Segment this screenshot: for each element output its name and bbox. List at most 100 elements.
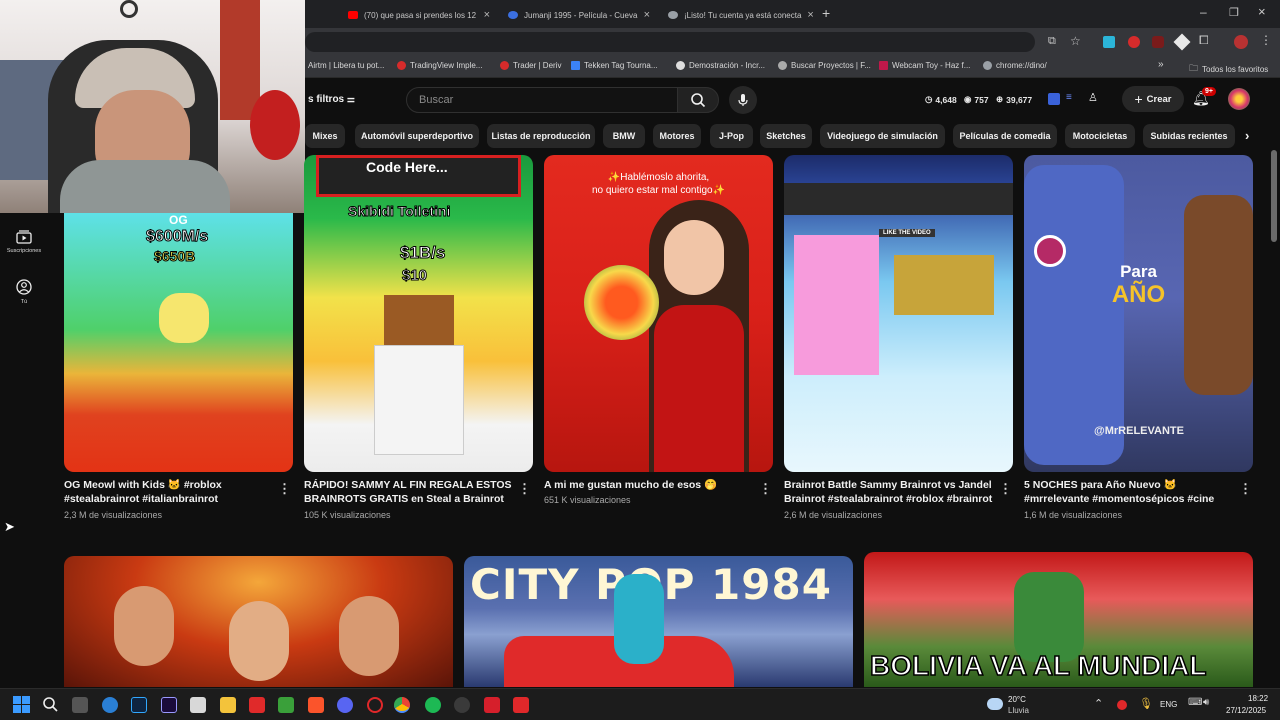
- close-icon[interactable]: ×: [644, 9, 650, 21]
- opera-icon[interactable]: [367, 697, 383, 713]
- chip-jpop[interactable]: J-Pop: [710, 124, 753, 148]
- kebab-menu-icon[interactable]: ⋮: [1260, 33, 1272, 47]
- spotify-icon[interactable]: [425, 697, 441, 713]
- chip-mixes[interactable]: Mixes: [305, 124, 345, 148]
- store-icon[interactable]: [190, 697, 206, 713]
- short-thumbnail[interactable]: ✨Hablémoslo ahorita, no quiero estar mal…: [544, 155, 773, 472]
- puzzle-icon[interactable]: ⧠: [1199, 33, 1209, 48]
- weather-icon[interactable]: [987, 698, 1003, 710]
- windows-start-icon[interactable]: [13, 696, 30, 713]
- maximize-button[interactable]: ❐: [1229, 6, 1239, 19]
- chip-motores[interactable]: Motores: [653, 124, 701, 148]
- sidebar-item-subscriptions[interactable]: Suscripciones: [0, 230, 48, 254]
- short-title[interactable]: 5 NOCHES para Año Nuevo 🐱 #mrrelevante #…: [1024, 478, 1234, 506]
- short-thumbnail[interactable]: LIKE THE VIDEO: [784, 155, 1013, 472]
- chip-simulation[interactable]: Videojuego de simulación: [820, 124, 945, 148]
- more-options-icon[interactable]: ⋮: [278, 481, 291, 497]
- app-icon[interactable]: [513, 697, 529, 713]
- extension-icon[interactable]: [1152, 36, 1164, 48]
- short-thumbnail[interactable]: Para AÑO @MrRELEVANTE: [1024, 155, 1253, 472]
- steam-icon[interactable]: [454, 697, 470, 713]
- bookmark-item[interactable]: Tekken Tag Tourna...: [571, 61, 658, 70]
- chip-motorcycles[interactable]: Motocicletas: [1065, 124, 1135, 148]
- bookmark-item[interactable]: Buscar Proyectos | F...: [778, 61, 871, 70]
- avatar[interactable]: [1228, 88, 1250, 110]
- task-view-icon[interactable]: [72, 697, 88, 713]
- photoshop-icon[interactable]: [131, 697, 147, 713]
- chevron-right-icon[interactable]: ›: [1245, 128, 1249, 143]
- list-icon[interactable]: ≡: [1066, 92, 1072, 103]
- more-options-icon[interactable]: ⋮: [1239, 481, 1252, 497]
- browser-tab-2[interactable]: Jumanji 1995 - Película - Cueva ×: [500, 4, 658, 26]
- volume-icon[interactable]: 🔊︎: [1203, 697, 1209, 708]
- extension-icon[interactable]: [1128, 36, 1140, 48]
- chevron-up-icon[interactable]: ⌃: [1094, 697, 1103, 710]
- deriv-icon[interactable]: [249, 697, 265, 713]
- browser-tab-1[interactable]: (70) que pasa si prendes los 12 ×: [340, 4, 498, 26]
- chip-comedy[interactable]: Películas de comedia: [953, 124, 1057, 148]
- video-thumbnail[interactable]: [64, 556, 453, 687]
- mouse-cursor: ➤: [4, 519, 15, 534]
- bookmarks-overflow[interactable]: »: [1158, 59, 1164, 70]
- more-options-icon[interactable]: ⋮: [759, 481, 772, 497]
- more-options-icon[interactable]: ⋮: [518, 481, 531, 497]
- language-indicator[interactable]: ENG: [1160, 700, 1177, 709]
- filters-label[interactable]: s filtros ⚌: [308, 94, 355, 105]
- close-icon[interactable]: ×: [807, 9, 813, 21]
- install-icon[interactable]: ⧉: [1048, 35, 1056, 48]
- search-button[interactable]: [677, 87, 719, 113]
- close-window-button[interactable]: ×: [1258, 4, 1266, 19]
- chip-playlists[interactable]: Listas de reproducción: [487, 124, 595, 148]
- tray-icon[interactable]: [1117, 700, 1127, 710]
- address-bar[interactable]: [305, 32, 1035, 52]
- network-icon[interactable]: ⌨: [1188, 697, 1202, 708]
- clock-time[interactable]: 18:22: [1248, 694, 1268, 703]
- profile-avatar[interactable]: [1234, 35, 1248, 49]
- bookmark-item[interactable]: chrome://dino/: [983, 61, 1047, 70]
- extension-icon[interactable]: [1173, 33, 1191, 51]
- chip-recent[interactable]: Subidas recientes: [1143, 124, 1235, 148]
- voice-search-button[interactable]: [729, 86, 757, 114]
- premiere-icon[interactable]: [161, 697, 177, 713]
- chrome-icon[interactable]: [394, 697, 410, 713]
- xbox-icon[interactable]: [278, 697, 294, 713]
- close-icon[interactable]: ×: [484, 9, 490, 21]
- short-thumbnail[interactable]: OG $600M/s $650B: [64, 213, 293, 472]
- chip-supercar[interactable]: Automóvil superdeportivo: [355, 124, 479, 148]
- video-thumbnail[interactable]: CITY POP 1984: [464, 556, 853, 687]
- short-title[interactable]: RÁPIDO! SAMMY AL FIN REGALA ESTOS BRAINR…: [304, 478, 514, 506]
- star-icon[interactable]: ☆: [1070, 34, 1081, 48]
- short-title[interactable]: Brainrot Battle Sammy Brainrot vs Jandel…: [784, 478, 994, 506]
- microphone-icon[interactable]: 🎙︎: [1139, 697, 1153, 710]
- extension-icon[interactable]: [1048, 93, 1060, 105]
- create-button[interactable]: + Crear: [1122, 86, 1184, 112]
- short-title[interactable]: A mi me gustan mucho de esos 🤭: [544, 478, 754, 492]
- trophy-icon[interactable]: ♙: [1088, 91, 1098, 104]
- short-thumbnail[interactable]: Code Here... Skibidi Toiletini $1B/s $10: [304, 155, 533, 472]
- bookmark-item[interactable]: Airtm | Libera tu pot...: [308, 61, 384, 70]
- chip-bmw[interactable]: BMW: [603, 124, 645, 148]
- video-thumbnail[interactable]: BOLIVIA VA AL MUNDIAL: [864, 552, 1253, 687]
- search-icon[interactable]: [42, 696, 59, 713]
- chip-sketches[interactable]: Sketches: [760, 124, 812, 148]
- app-icon[interactable]: [484, 697, 500, 713]
- bookmark-item[interactable]: Trader | Deriv: [500, 61, 561, 70]
- edge-icon[interactable]: [102, 697, 118, 713]
- search-input[interactable]: Buscar: [406, 87, 678, 113]
- folder-icon[interactable]: [220, 697, 236, 713]
- all-favorites[interactable]: 🗀 Todos los favoritos: [1189, 61, 1268, 77]
- clock-date[interactable]: 27/12/2025: [1226, 706, 1266, 715]
- extension-icon[interactable]: [1103, 36, 1115, 48]
- more-options-icon[interactable]: ⋮: [999, 481, 1012, 497]
- short-title[interactable]: OG Meowl with Kids 🐱 #roblox #stealabrai…: [64, 478, 274, 506]
- bookmark-item[interactable]: Demostración - Incr...: [676, 61, 765, 70]
- scrollbar-thumb[interactable]: [1271, 150, 1277, 242]
- sidebar-item-you[interactable]: Tú: [0, 279, 48, 305]
- brave-icon[interactable]: [308, 697, 324, 713]
- bookmark-item[interactable]: Webcam Toy - Haz f...: [879, 61, 970, 70]
- new-tab-button[interactable]: +: [822, 5, 830, 21]
- browser-tab-3[interactable]: ¡Listo! Tu cuenta ya está conecta ×: [660, 4, 818, 26]
- minimize-button[interactable]: –: [1200, 5, 1207, 19]
- bookmark-item[interactable]: TradingView Imple...: [397, 61, 482, 70]
- discord-icon[interactable]: [337, 697, 353, 713]
